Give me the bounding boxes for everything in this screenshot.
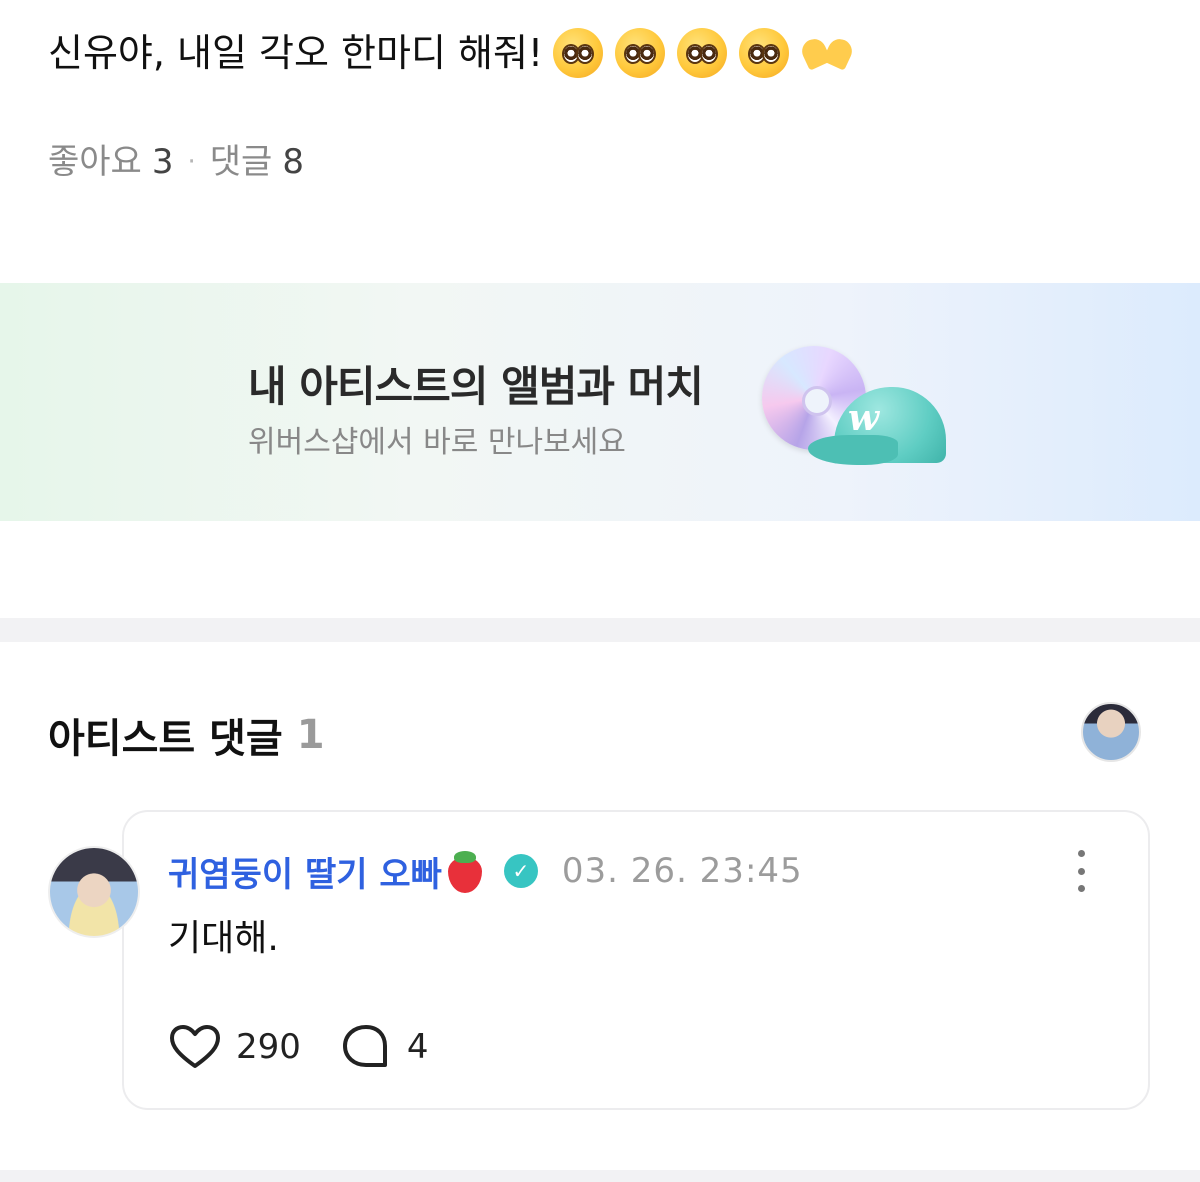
post-stats: 좋아요 3 · 댓글 8 — [48, 140, 304, 184]
banner-title: 내 아티스트의 앨범과 머치 — [248, 362, 704, 411]
like-count: 290 — [236, 1027, 301, 1067]
pleading-face-emoji — [739, 28, 790, 78]
comment-header: 귀염둥이 딸기 오빠 ✓ 03. 26. 23:45 — [168, 846, 803, 896]
post-text: 신유야, 내일 각오 한마디 해줘! — [48, 26, 853, 80]
post-body: 신유야, 내일 각오 한마디 해줘! — [48, 31, 544, 75]
stats-separator: · — [187, 147, 196, 177]
reply-bubble-icon[interactable] — [339, 1022, 393, 1072]
comment-author-name[interactable]: 귀염둥이 딸기 오빠 — [168, 847, 442, 896]
reply-count: 4 — [406, 1027, 429, 1067]
pleading-face-emoji — [553, 28, 604, 78]
section-divider — [0, 618, 1200, 642]
pleading-face-emoji — [677, 28, 728, 78]
cap-brim — [808, 435, 898, 465]
likes-count[interactable]: 3 — [152, 140, 174, 184]
merch-cap-icon: w — [808, 387, 948, 467]
more-options-icon[interactable] — [1066, 850, 1096, 892]
dot — [1077, 867, 1085, 875]
post-page: 신유야, 내일 각오 한마디 해줘! 좋아요 3 · 댓글 8 내 아티스트의 … — [0, 0, 1200, 1182]
artist-comments-count: 1 — [296, 712, 325, 758]
heart-icon[interactable] — [168, 1022, 222, 1072]
artist-comments-header: 아티스트 댓글 1 — [48, 706, 325, 764]
comment-actions: 290 4 — [168, 1022, 429, 1072]
dot — [1077, 850, 1085, 857]
pleading-face-emoji — [615, 28, 666, 78]
strawberry-emoji — [446, 849, 484, 893]
dot — [1077, 885, 1085, 892]
comments-count[interactable]: 8 — [282, 140, 304, 184]
banner-subtitle: 위버스샵에서 바로 만나보세요 — [248, 425, 626, 460]
likes-label[interactable]: 좋아요 — [48, 140, 142, 184]
artist-avatar[interactable] — [1081, 702, 1141, 762]
bottom-divider — [0, 1170, 1200, 1182]
verified-badge-icon: ✓ — [503, 854, 538, 888]
weverse-logo: w — [848, 397, 879, 439]
comment-author-avatar[interactable] — [48, 846, 140, 938]
heart-hands-emoji — [801, 33, 853, 73]
comments-label[interactable]: 댓글 — [210, 140, 273, 184]
artist-comments-title: 아티스트 댓글 — [48, 716, 283, 762]
comment-body: 기대해. — [168, 918, 279, 959]
shop-banner[interactable]: 내 아티스트의 앨범과 머치 위버스샵에서 바로 만나보세요 w — [0, 283, 1200, 521]
comment-date: 03. 26. 23:45 — [561, 851, 803, 891]
